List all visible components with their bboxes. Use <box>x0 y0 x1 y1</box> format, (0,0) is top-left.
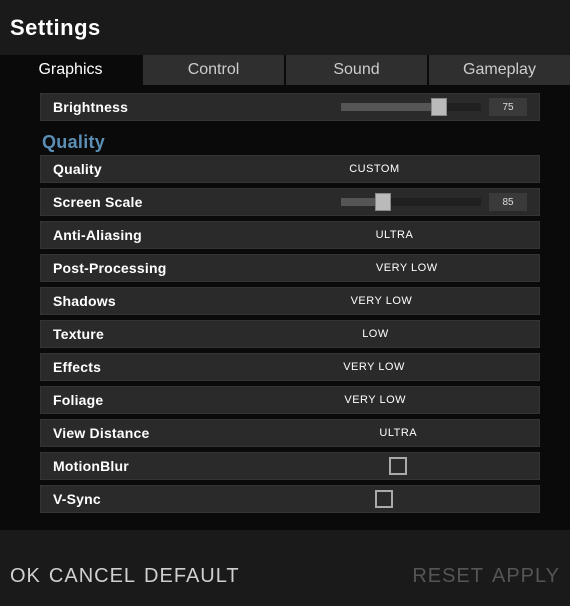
brightness-slider-container: 75 <box>128 98 527 116</box>
anti-aliasing-value: ULTRA <box>262 229 527 241</box>
setting-view-distance[interactable]: View Distance ULTRA <box>40 419 540 447</box>
brightness-slider[interactable] <box>341 103 481 111</box>
page-title: Settings <box>10 15 101 41</box>
setting-foliage[interactable]: Foliage VERY LOW <box>40 386 540 414</box>
brightness-slider-fill <box>341 103 439 111</box>
setting-effects[interactable]: Effects VERY LOW <box>40 353 540 381</box>
vsync-checkbox[interactable] <box>375 490 393 508</box>
quality-label: Quality <box>53 161 102 177</box>
brightness-label: Brightness <box>53 99 128 115</box>
screen-scale-value: 85 <box>489 193 527 211</box>
setting-motion-blur: MotionBlur <box>40 452 540 480</box>
screen-scale-slider[interactable] <box>341 198 481 206</box>
setting-texture[interactable]: Texture LOW <box>40 320 540 348</box>
footer-right: RESET APPLY <box>412 565 560 588</box>
setting-post-processing[interactable]: Post-Processing VERY LOW <box>40 254 540 282</box>
cancel-button[interactable]: CANCEL <box>49 565 136 588</box>
brightness-slider-thumb[interactable] <box>431 98 447 116</box>
apply-button[interactable]: APPLY <box>492 565 560 588</box>
ok-button[interactable]: OK <box>10 565 41 588</box>
setting-anti-aliasing[interactable]: Anti-Aliasing ULTRA <box>40 221 540 249</box>
shadows-value: VERY LOW <box>236 295 527 307</box>
tab-sound[interactable]: Sound <box>286 55 427 85</box>
tab-graphics[interactable]: Graphics <box>0 55 141 85</box>
tab-gameplay[interactable]: Gameplay <box>429 55 570 85</box>
section-quality-header: Quality <box>40 126 540 155</box>
settings-content: Brightness 75 Quality Quality CUSTOM Scr… <box>0 85 570 530</box>
vsync-label: V-Sync <box>53 491 101 507</box>
scroll-container[interactable]: Brightness 75 Quality Quality CUSTOM Scr… <box>40 93 550 522</box>
settings-header: Settings <box>0 0 570 55</box>
motion-blur-checkbox[interactable] <box>389 457 407 475</box>
setting-shadows[interactable]: Shadows VERY LOW <box>40 287 540 315</box>
motion-blur-label: MotionBlur <box>53 458 129 474</box>
texture-value: LOW <box>224 328 527 340</box>
setting-screen-scale: Screen Scale 85 <box>40 188 540 216</box>
tab-control[interactable]: Control <box>143 55 284 85</box>
texture-label: Texture <box>53 326 104 342</box>
screen-scale-slider-container: 85 <box>143 193 527 211</box>
reset-button[interactable]: RESET <box>412 565 484 588</box>
shadows-label: Shadows <box>53 293 116 309</box>
effects-label: Effects <box>53 359 101 375</box>
screen-scale-label: Screen Scale <box>53 194 143 210</box>
footer-left: OK CANCEL DEFAULT <box>10 565 240 588</box>
motion-blur-checkbox-wrap <box>269 457 527 475</box>
view-distance-value: ULTRA <box>270 427 528 439</box>
view-distance-label: View Distance <box>53 425 150 441</box>
anti-aliasing-label: Anti-Aliasing <box>53 227 142 243</box>
setting-quality[interactable]: Quality CUSTOM <box>40 155 540 183</box>
foliage-label: Foliage <box>53 392 103 408</box>
post-processing-label: Post-Processing <box>53 260 166 276</box>
screen-scale-slider-thumb[interactable] <box>375 193 391 211</box>
vsync-checkbox-wrap <box>241 490 527 508</box>
default-button[interactable]: DEFAULT <box>144 565 240 588</box>
brightness-value: 75 <box>489 98 527 116</box>
post-processing-value: VERY LOW <box>286 262 527 274</box>
footer: OK CANCEL DEFAULT RESET APPLY <box>0 530 570 606</box>
setting-vsync: V-Sync <box>40 485 540 513</box>
setting-brightness: Brightness 75 <box>40 93 540 121</box>
quality-value: CUSTOM <box>222 163 527 175</box>
tab-bar: Graphics Control Sound Gameplay <box>0 55 570 85</box>
effects-value: VERY LOW <box>221 361 527 373</box>
foliage-value: VERY LOW <box>223 394 527 406</box>
